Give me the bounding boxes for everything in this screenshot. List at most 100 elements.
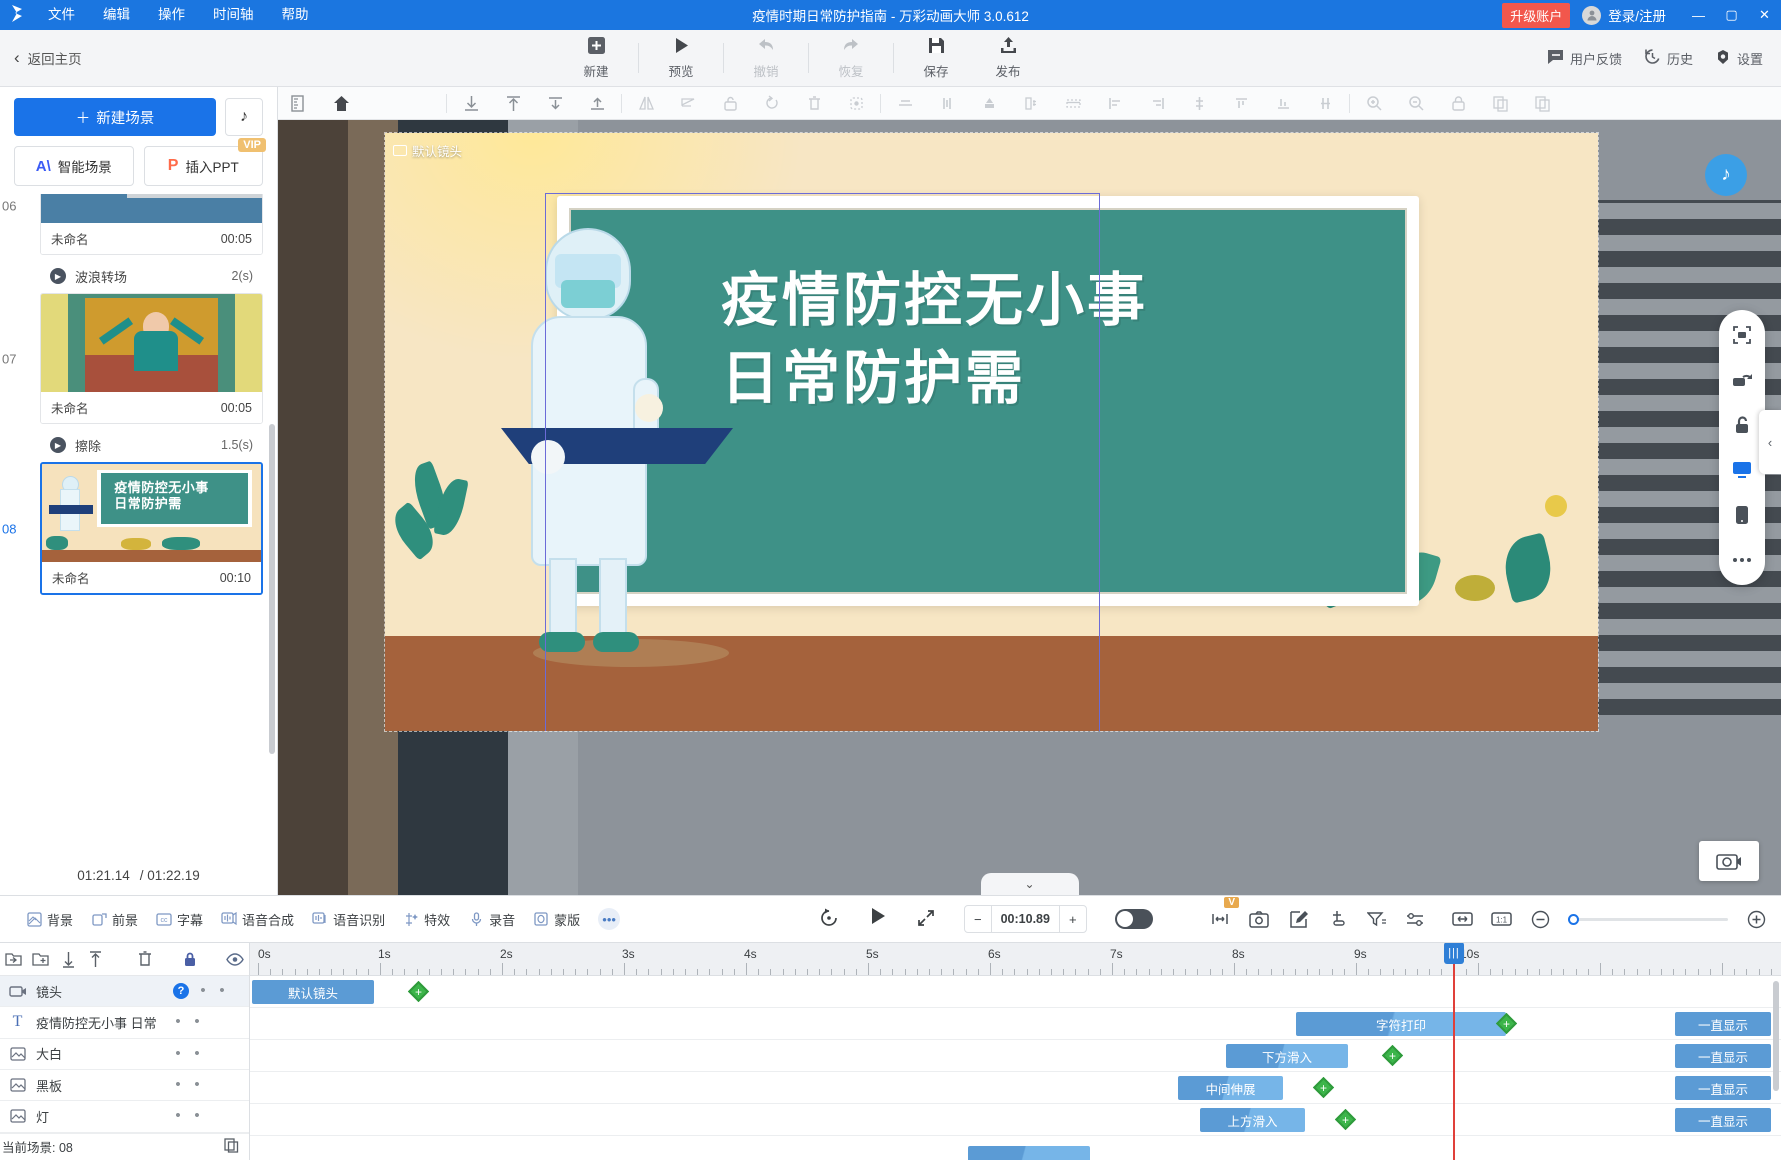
keyframe-diamond[interactable]: [407, 980, 430, 1003]
keyframe-diamond[interactable]: [1381, 1044, 1404, 1067]
distribute-h-icon[interactable]: [1304, 87, 1346, 120]
align-right-icon[interactable]: [1136, 87, 1178, 120]
home-icon[interactable]: [320, 87, 362, 120]
track-options-dot[interactable]: •: [173, 1108, 183, 1123]
track-visibility-dot[interactable]: •: [192, 1077, 202, 1092]
align-bottom2-icon[interactable]: [1262, 87, 1304, 120]
crop-icon[interactable]: [835, 87, 877, 120]
stage[interactable]: 疫情防控无小事 日常防护需 默认镜头 ♪ ‹ ⌄: [278, 120, 1781, 895]
play-button[interactable]: [868, 906, 888, 932]
menu-edit[interactable]: 编辑: [89, 0, 144, 30]
upgrade-account-button[interactable]: 升级账户: [1502, 2, 1571, 28]
time-increase-button[interactable]: +: [1060, 906, 1086, 932]
preview-button[interactable]: 预览: [645, 32, 717, 84]
unlock-icon[interactable]: [1730, 413, 1754, 437]
scene-music-button[interactable]: ♪: [1705, 154, 1747, 196]
close-button[interactable]: ✕: [1748, 0, 1781, 30]
account-login-button[interactable]: 登录/注册: [1582, 5, 1666, 25]
screenshot-icon[interactable]: [1248, 908, 1270, 930]
move-up-icon[interactable]: [82, 943, 109, 976]
new-button[interactable]: 新建: [560, 32, 632, 84]
track-visibility-dot[interactable]: •: [192, 1014, 202, 1029]
timeline-tracks[interactable]: 0s 1s 2s 3s 4s 5s 6s 7s 8s 9s 10s 默认镜头 字…: [250, 943, 1781, 1160]
scene-item[interactable]: 06 未命名 00:05: [2, 194, 263, 255]
track-options-dot[interactable]: •: [173, 1046, 183, 1061]
mask-button[interactable]: 蒙版: [525, 905, 588, 934]
fit-screen-icon[interactable]: [1730, 323, 1754, 347]
zoom-in-icon[interactable]: [1353, 87, 1395, 120]
asr-button[interactable]: 语音识别: [304, 905, 393, 934]
always-show-badge[interactable]: 一直显示: [1675, 1044, 1771, 1068]
camera-preview-thumbnail[interactable]: [1699, 841, 1759, 881]
blackboard[interactable]: 疫情防控无小事 日常防护需: [557, 196, 1419, 606]
flip-icon[interactable]: [1730, 368, 1754, 392]
scene-list[interactable]: 06 未命名 00:05 ▶ 波浪转场 2(s) 07 未命名 00:05 ▶ …: [0, 194, 277, 855]
timeline-ruler[interactable]: 0s 1s 2s 3s 4s 5s 6s 7s 8s 9s 10s: [250, 943, 1781, 976]
duplicate-icon[interactable]: [224, 1138, 239, 1156]
timeline-scrollbar[interactable]: [1773, 981, 1779, 1091]
keyframe-diamond[interactable]: [1312, 1076, 1335, 1099]
character-figure[interactable]: [501, 228, 733, 652]
group-icon[interactable]: [968, 87, 1010, 120]
track-visibility-dot[interactable]: •: [217, 983, 227, 998]
fit-timeline-icon[interactable]: V: [1209, 897, 1239, 930]
align-middle-icon[interactable]: [1178, 87, 1220, 120]
timeline-row-image-2[interactable]: 中间伸展 一直显示: [250, 1072, 1781, 1104]
copy-icon[interactable]: [1479, 87, 1521, 120]
timeline-clip[interactable]: 上方滑入: [1200, 1108, 1305, 1132]
move-down-icon[interactable]: [55, 943, 82, 976]
new-folder-icon[interactable]: [27, 943, 54, 976]
distribute-v-icon[interactable]: [926, 87, 968, 120]
track-options-dot[interactable]: •: [173, 1077, 183, 1092]
record-button[interactable]: 录音: [460, 905, 523, 934]
delete-icon[interactable]: [131, 943, 158, 976]
align-left-icon[interactable]: [1094, 87, 1136, 120]
background-button[interactable]: 背景: [18, 905, 81, 934]
scene-list-scrollbar[interactable]: [269, 424, 275, 754]
playhead[interactable]: |||: [1444, 943, 1464, 1160]
timeline-row-extra[interactable]: [250, 1136, 1781, 1160]
publish-button[interactable]: 发布: [972, 32, 1044, 84]
magnet-icon[interactable]: [1326, 908, 1348, 930]
subtitle-button[interactable]: cc 字幕: [148, 905, 211, 934]
time-stepper[interactable]: − 00:10.89 +: [964, 905, 1087, 933]
timeline-zoom-slider[interactable]: [1568, 913, 1728, 925]
fit-width-icon[interactable]: [1451, 908, 1473, 930]
monitor-icon[interactable]: [1730, 458, 1754, 482]
time-decrease-button[interactable]: −: [965, 906, 991, 932]
mobile-icon[interactable]: [1730, 503, 1754, 527]
menu-help[interactable]: 帮助: [268, 0, 323, 30]
history-button[interactable]: 历史: [1644, 48, 1693, 68]
always-show-badge[interactable]: 一直显示: [1675, 1108, 1771, 1132]
new-scene-button[interactable]: ＋ 新建场景: [14, 98, 216, 136]
time-value[interactable]: 00:10.89: [990, 906, 1060, 932]
timeline-clip-partial[interactable]: [968, 1146, 1090, 1160]
track-header-image-1[interactable]: 大白 • •: [0, 1039, 249, 1070]
always-show-badge[interactable]: 一直显示: [1675, 1076, 1771, 1100]
right-panel-collapse-button[interactable]: ‹: [1759, 410, 1781, 474]
align-bottom-icon[interactable]: [450, 87, 492, 120]
track-visibility-dot[interactable]: •: [192, 1108, 202, 1123]
zoom-minus-icon[interactable]: [1529, 908, 1551, 930]
lock2-icon[interactable]: [1437, 87, 1479, 120]
zoom-out-icon[interactable]: [1395, 87, 1437, 120]
fullscreen-button[interactable]: [916, 908, 936, 931]
import-folder-icon[interactable]: [0, 943, 27, 976]
rotate-icon[interactable]: [751, 87, 793, 120]
maximize-button[interactable]: ▢: [1715, 0, 1748, 30]
more-tools-button[interactable]: •••: [598, 908, 621, 930]
scene-item[interactable]: 07 未命名 00:05: [2, 293, 263, 424]
tts-button[interactable]: 语音合成: [213, 905, 302, 934]
track-options-dot[interactable]: •: [198, 983, 208, 998]
zoom-slider-knob[interactable]: [1568, 913, 1579, 925]
menu-timeline[interactable]: 时间轴: [199, 0, 268, 30]
menu-action[interactable]: 操作: [144, 0, 199, 30]
move-up-icon[interactable]: [576, 87, 618, 120]
timeline-clip[interactable]: 默认镜头: [252, 980, 374, 1004]
edit-icon[interactable]: [1287, 908, 1309, 930]
stage-collapse-button[interactable]: ⌄: [980, 873, 1079, 895]
effects-button[interactable]: 特效: [395, 905, 458, 934]
move-down-icon[interactable]: [534, 87, 576, 120]
timeline-clip[interactable]: 下方滑入: [1226, 1044, 1348, 1068]
timeline-row-camera[interactable]: 默认镜头: [250, 976, 1781, 1008]
